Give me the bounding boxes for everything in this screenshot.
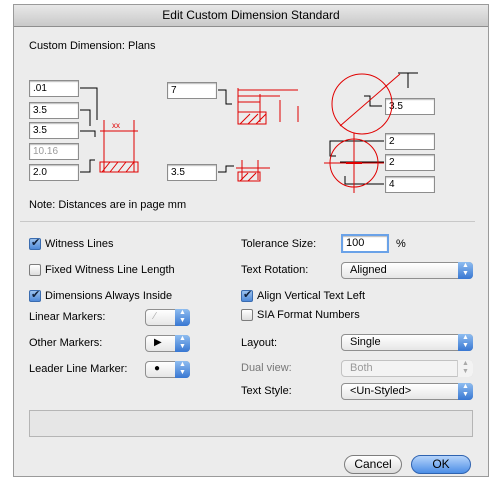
preview-area: [29, 410, 473, 437]
dims-inside-checkbox[interactable]: [29, 288, 41, 302]
text-rotation-popup[interactable]: Aligned ▲ ▼: [341, 262, 473, 279]
dimension-diagram: xx: [80, 72, 418, 193]
xx-label: xx: [112, 121, 120, 130]
text-style-popup[interactable]: <Un-Styled> ▲ ▼: [341, 383, 473, 400]
popup-arrows-icon: ▲ ▼: [457, 360, 473, 377]
tolerance-input[interactable]: 100: [341, 234, 389, 253]
layout-popup[interactable]: Single ▲ ▼: [341, 334, 473, 351]
fixed-witness-checkbox[interactable]: [29, 264, 41, 276]
linear-markers-popup[interactable]: ∕ ▲ ▼: [145, 309, 190, 326]
dot-marker-icon: ●: [154, 363, 161, 374]
popup-arrows-icon: ▲ ▼: [175, 361, 190, 378]
fixed-witness-label: Fixed Witness Line Length: [45, 264, 175, 276]
leader-marker-label: Leader Line Marker:: [29, 363, 128, 375]
percent-label: %: [396, 238, 406, 250]
text-rotation-value: Aligned: [350, 264, 387, 276]
popup-arrows-icon: ▲ ▼: [458, 334, 473, 351]
sia-format-checkbox[interactable]: [241, 309, 253, 321]
other-markers-label: Other Markers:: [29, 337, 103, 349]
text-rotation-label: Text Rotation:: [241, 264, 309, 276]
popup-arrows-icon: ▲ ▼: [458, 262, 473, 279]
other-markers-popup[interactable]: ▶ ▲ ▼: [145, 335, 190, 352]
align-vertical-checkbox[interactable]: [241, 288, 253, 302]
ok-button[interactable]: OK: [411, 455, 471, 474]
arrow-marker-icon: ▶: [154, 337, 162, 348]
popup-arrows-icon: ▲ ▼: [458, 383, 473, 400]
distance-note: Note: Distances are in page mm: [29, 199, 187, 211]
dual-view-label: Dual view:: [241, 362, 292, 374]
witness-lines-label: Witness Lines: [45, 238, 114, 250]
text-style-label: Text Style:: [241, 385, 292, 397]
sia-format-label: SIA Format Numbers: [257, 309, 360, 321]
align-vertical-label: Align Vertical Text Left: [257, 290, 366, 302]
text-style-value: <Un-Styled>: [350, 385, 412, 397]
dual-view-popup: Both ▲ ▼: [341, 360, 473, 377]
popup-arrows-icon: ▲ ▼: [175, 309, 190, 326]
layout-label: Layout:: [241, 337, 278, 349]
witness-lines-checkbox[interactable]: [29, 236, 41, 250]
cancel-button[interactable]: Cancel: [344, 455, 402, 474]
separator-top: [20, 221, 475, 222]
linear-markers-label: Linear Markers:: [29, 311, 106, 323]
leader-marker-popup[interactable]: ● ▲ ▼: [145, 361, 190, 378]
popup-arrows-icon: ▲ ▼: [175, 335, 190, 352]
slash-marker-icon: ∕: [154, 311, 156, 322]
layout-value: Single: [350, 336, 381, 348]
tolerance-label: Tolerance Size:: [241, 238, 317, 250]
dims-inside-label: Dimensions Always Inside: [45, 290, 173, 302]
dual-view-value: Both: [350, 362, 373, 374]
